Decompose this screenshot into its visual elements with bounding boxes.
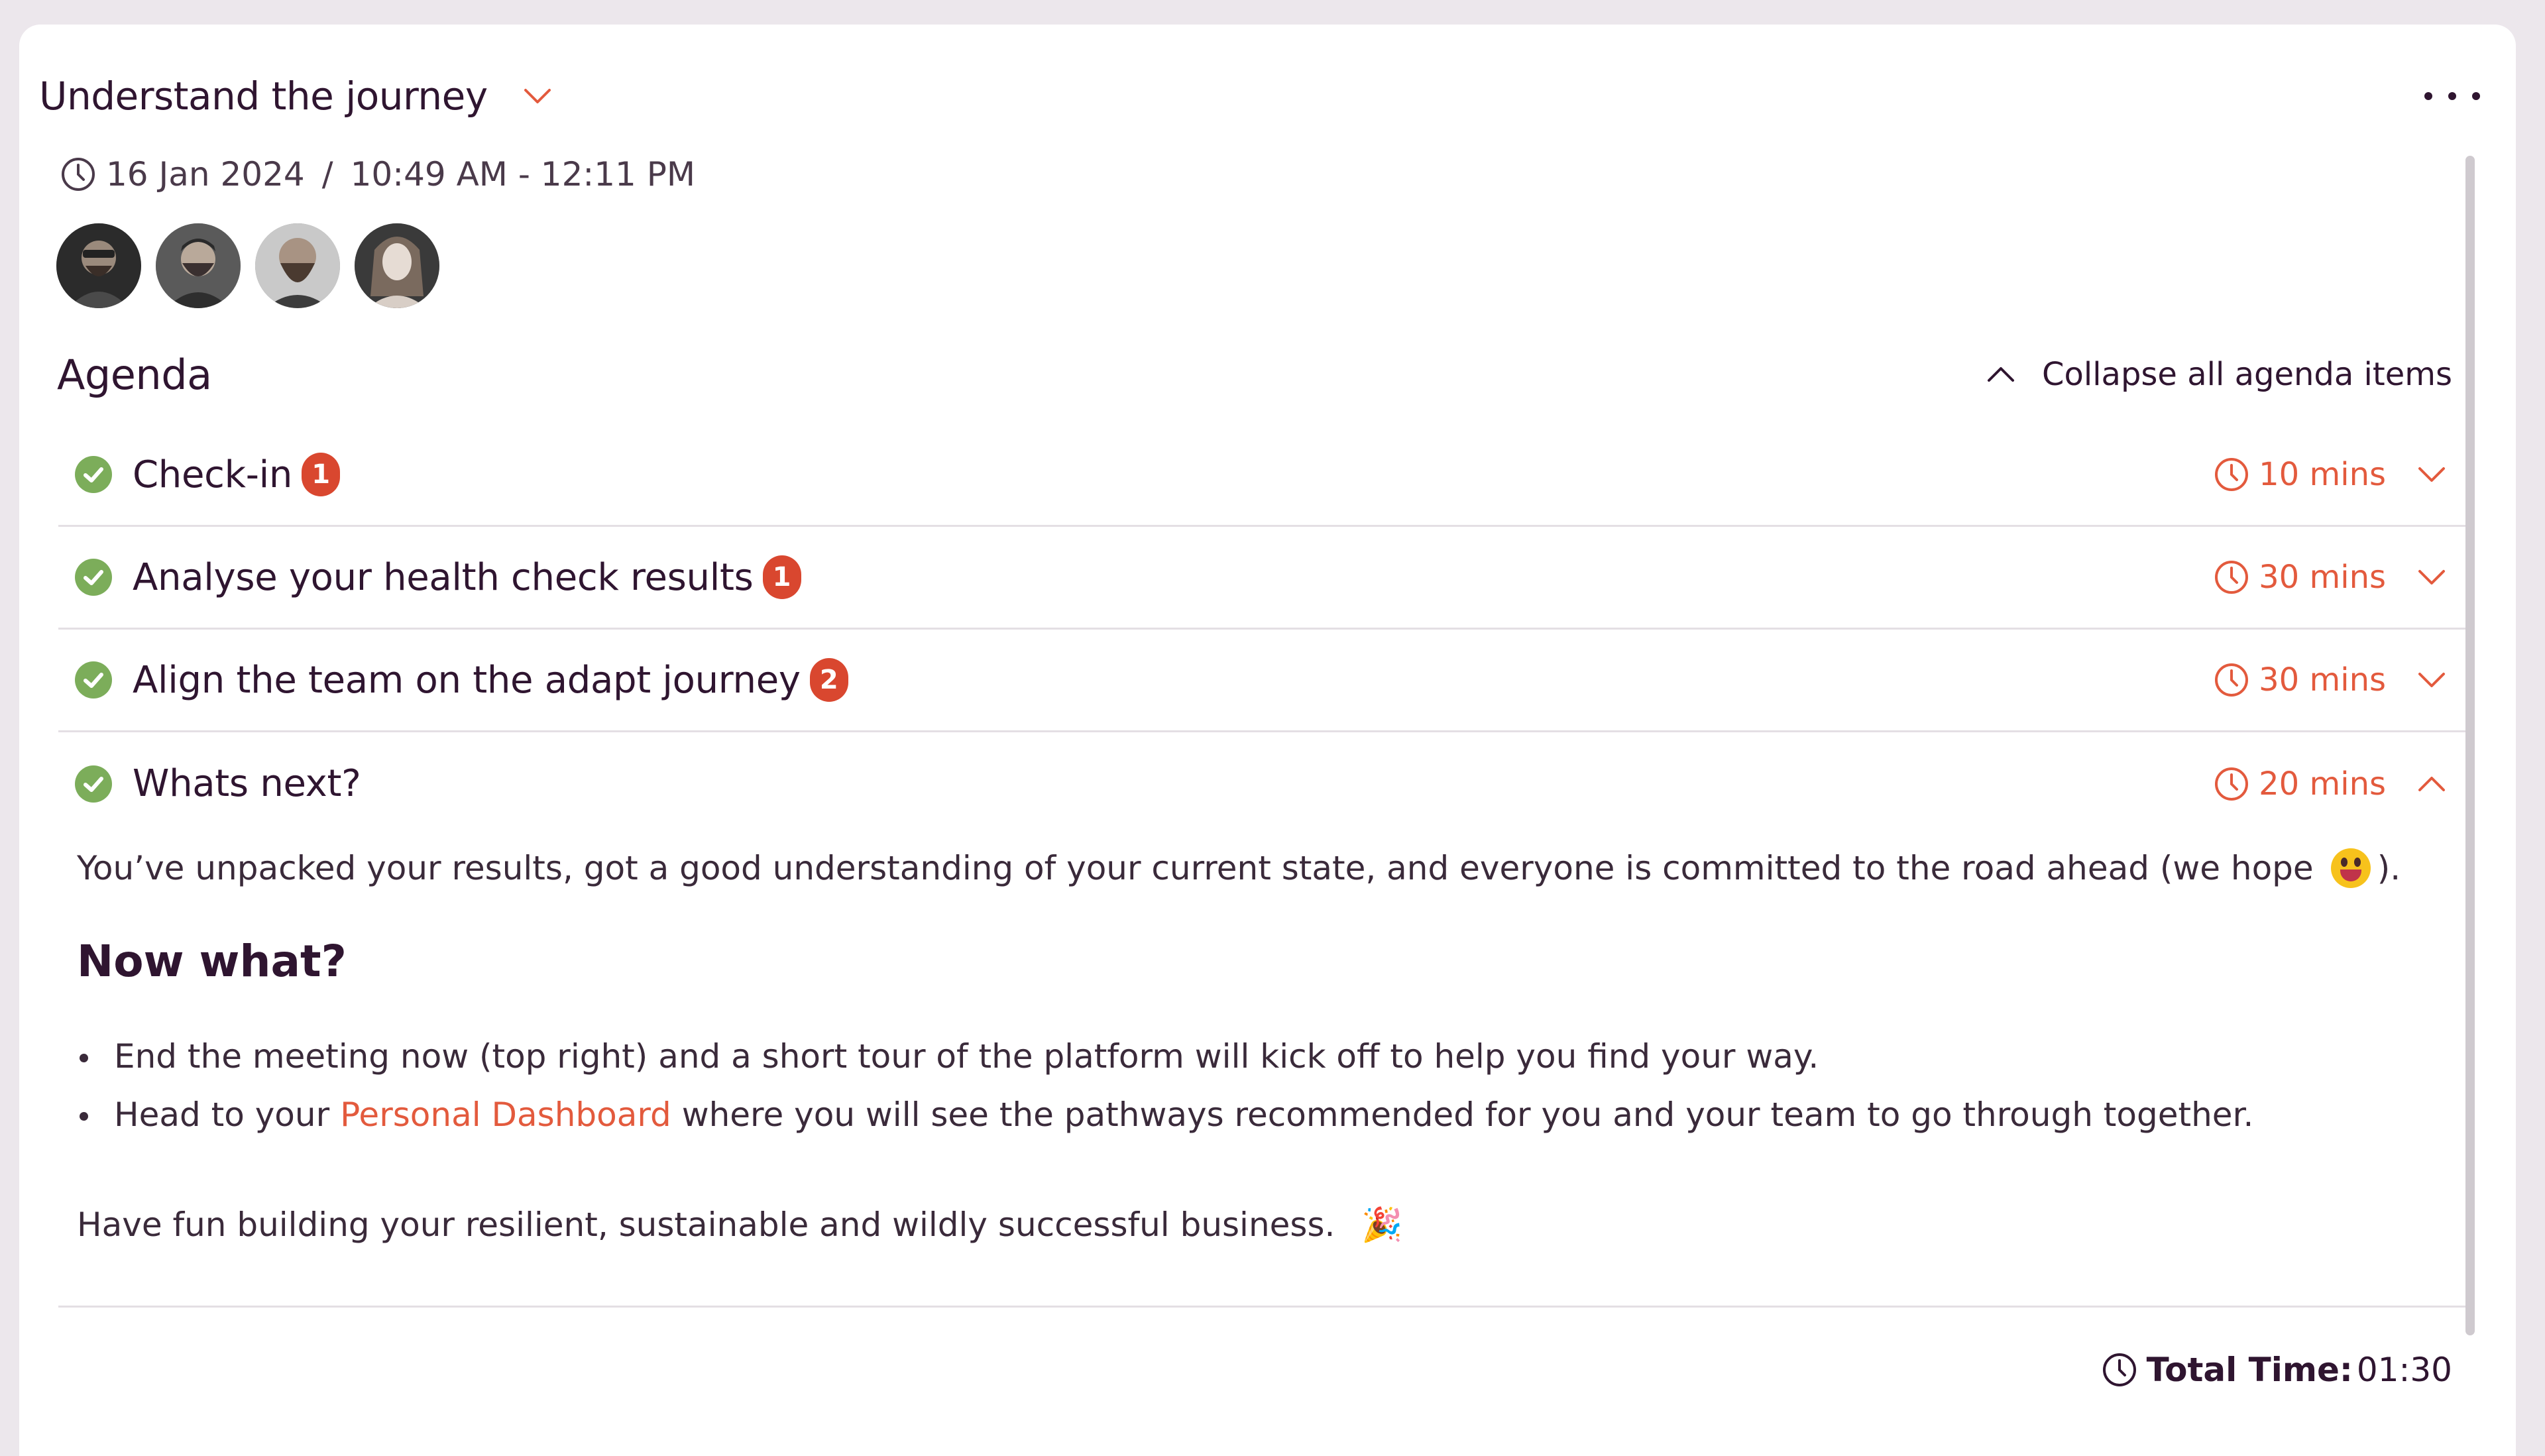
collapse-all-label: Collapse all agenda items [2041, 356, 2452, 393]
avatar[interactable] [56, 223, 141, 308]
agenda-item-label: Align the team on the adapt journey [133, 658, 801, 702]
bullet-text-post: where you will see the pathways recommen… [681, 1095, 2254, 1134]
divider [58, 1306, 2467, 1308]
clock-icon [2215, 663, 2249, 697]
agenda-item-duration: 20 mins [2214, 765, 2386, 803]
agenda-item-label: Check-in [133, 453, 293, 496]
details-bullet-list: End the meeting now (top right) and a sh… [77, 1027, 2450, 1144]
comment-count-badge: 1 [302, 453, 341, 496]
agenda-item-duration: 30 mins [2214, 661, 2386, 699]
duration-label: 10 mins [2259, 456, 2386, 493]
party-popper-icon: 🎉 [1361, 1205, 1403, 1244]
agenda-item-whats-next[interactable]: Whats next? 20 mins [58, 732, 2467, 835]
agenda-item-health-check[interactable]: Analyse your health check results 1 30 m… [58, 527, 2467, 630]
chevron-down-icon[interactable] [2415, 663, 2448, 697]
agenda-item-label: Whats next? [133, 762, 361, 805]
check-circle-icon [75, 661, 112, 699]
grinning-face-emoji-icon [2330, 848, 2371, 888]
agenda-item-duration: 30 mins [2214, 559, 2386, 596]
chevron-down-icon[interactable] [521, 80, 554, 113]
duration-label: 30 mins [2259, 661, 2386, 699]
chevron-up-icon[interactable] [2415, 767, 2448, 801]
attendee-avatars [56, 223, 439, 308]
avatar[interactable] [156, 223, 241, 308]
total-time-label: Total Time: [2146, 1351, 2353, 1389]
list-item: Head to your Personal Dashboard where yo… [77, 1086, 2450, 1144]
total-time-value: 01:30 [2356, 1351, 2452, 1389]
intro-end: ). [2377, 849, 2401, 887]
chevron-down-icon[interactable] [2415, 458, 2448, 491]
comment-count-badge: 1 [762, 555, 801, 599]
agenda-title: Agenda [57, 350, 212, 399]
collapse-all-button[interactable]: Collapse all agenda items [1986, 356, 2452, 393]
duration-label: 30 mins [2259, 559, 2386, 596]
details-subheading: Now what? [77, 935, 347, 987]
meeting-header: Understand the journey [39, 63, 2485, 129]
total-time: Total Time: 01:30 [2102, 1347, 2452, 1393]
agenda-item-align-team[interactable]: Align the team on the adapt journey 2 30… [58, 630, 2467, 732]
check-circle-icon [75, 456, 112, 493]
bullet-text-pre: Head to your [114, 1095, 330, 1134]
clock-icon [2102, 1353, 2136, 1386]
clock-icon [2215, 767, 2249, 801]
agenda-item-details: You’ve unpacked your results, got a good… [77, 842, 2450, 1251]
agenda-item-check-in[interactable]: Check-in 1 10 mins [58, 424, 2467, 527]
intro-text: You’ve unpacked your results, got a good… [77, 849, 2314, 887]
meeting-datetime: 16 Jan 2024 / 10:49 AM - 12:11 PM [60, 151, 695, 197]
clock-icon [2215, 458, 2249, 491]
meeting-date: 16 Jan 2024 [106, 155, 305, 194]
comment-count-badge: 2 [809, 658, 848, 702]
chevron-down-icon[interactable] [2415, 561, 2448, 594]
duration-label: 20 mins [2259, 765, 2386, 803]
date-separator: / [321, 155, 333, 194]
agenda-item-label: Analyse your health check results [133, 555, 754, 599]
list-item: End the meeting now (top right) and a sh… [77, 1027, 2450, 1086]
personal-dashboard-link[interactable]: Personal Dashboard [340, 1095, 671, 1134]
avatar[interactable] [255, 223, 340, 308]
clock-icon [2215, 561, 2249, 594]
agenda-header: Agenda Collapse all agenda items [57, 345, 2485, 404]
more-horizontal-icon [2424, 92, 2432, 100]
bullet-text: End the meeting now (top right) and a sh… [114, 1037, 1819, 1076]
agenda-item-duration: 10 mins [2214, 456, 2386, 493]
agenda-list: Check-in 1 10 mins Analyse your health c… [58, 424, 2467, 835]
meeting-time-range: 10:49 AM - 12:11 PM [350, 155, 696, 194]
details-intro: You’ve unpacked your results, got a good… [77, 842, 2450, 895]
chevron-up-icon [1987, 367, 2014, 382]
check-circle-icon [75, 765, 112, 803]
check-circle-icon [75, 559, 112, 596]
clock-icon [62, 158, 95, 191]
scrollbar[interactable] [2465, 156, 2475, 1335]
more-options-button[interactable] [2419, 76, 2485, 116]
meeting-title: Understand the journey [39, 74, 488, 119]
avatar[interactable] [355, 223, 439, 308]
outro-text: Have fun building your resilient, sustai… [77, 1205, 1335, 1244]
details-outro: Have fun building your resilient, sustai… [77, 1198, 2450, 1251]
